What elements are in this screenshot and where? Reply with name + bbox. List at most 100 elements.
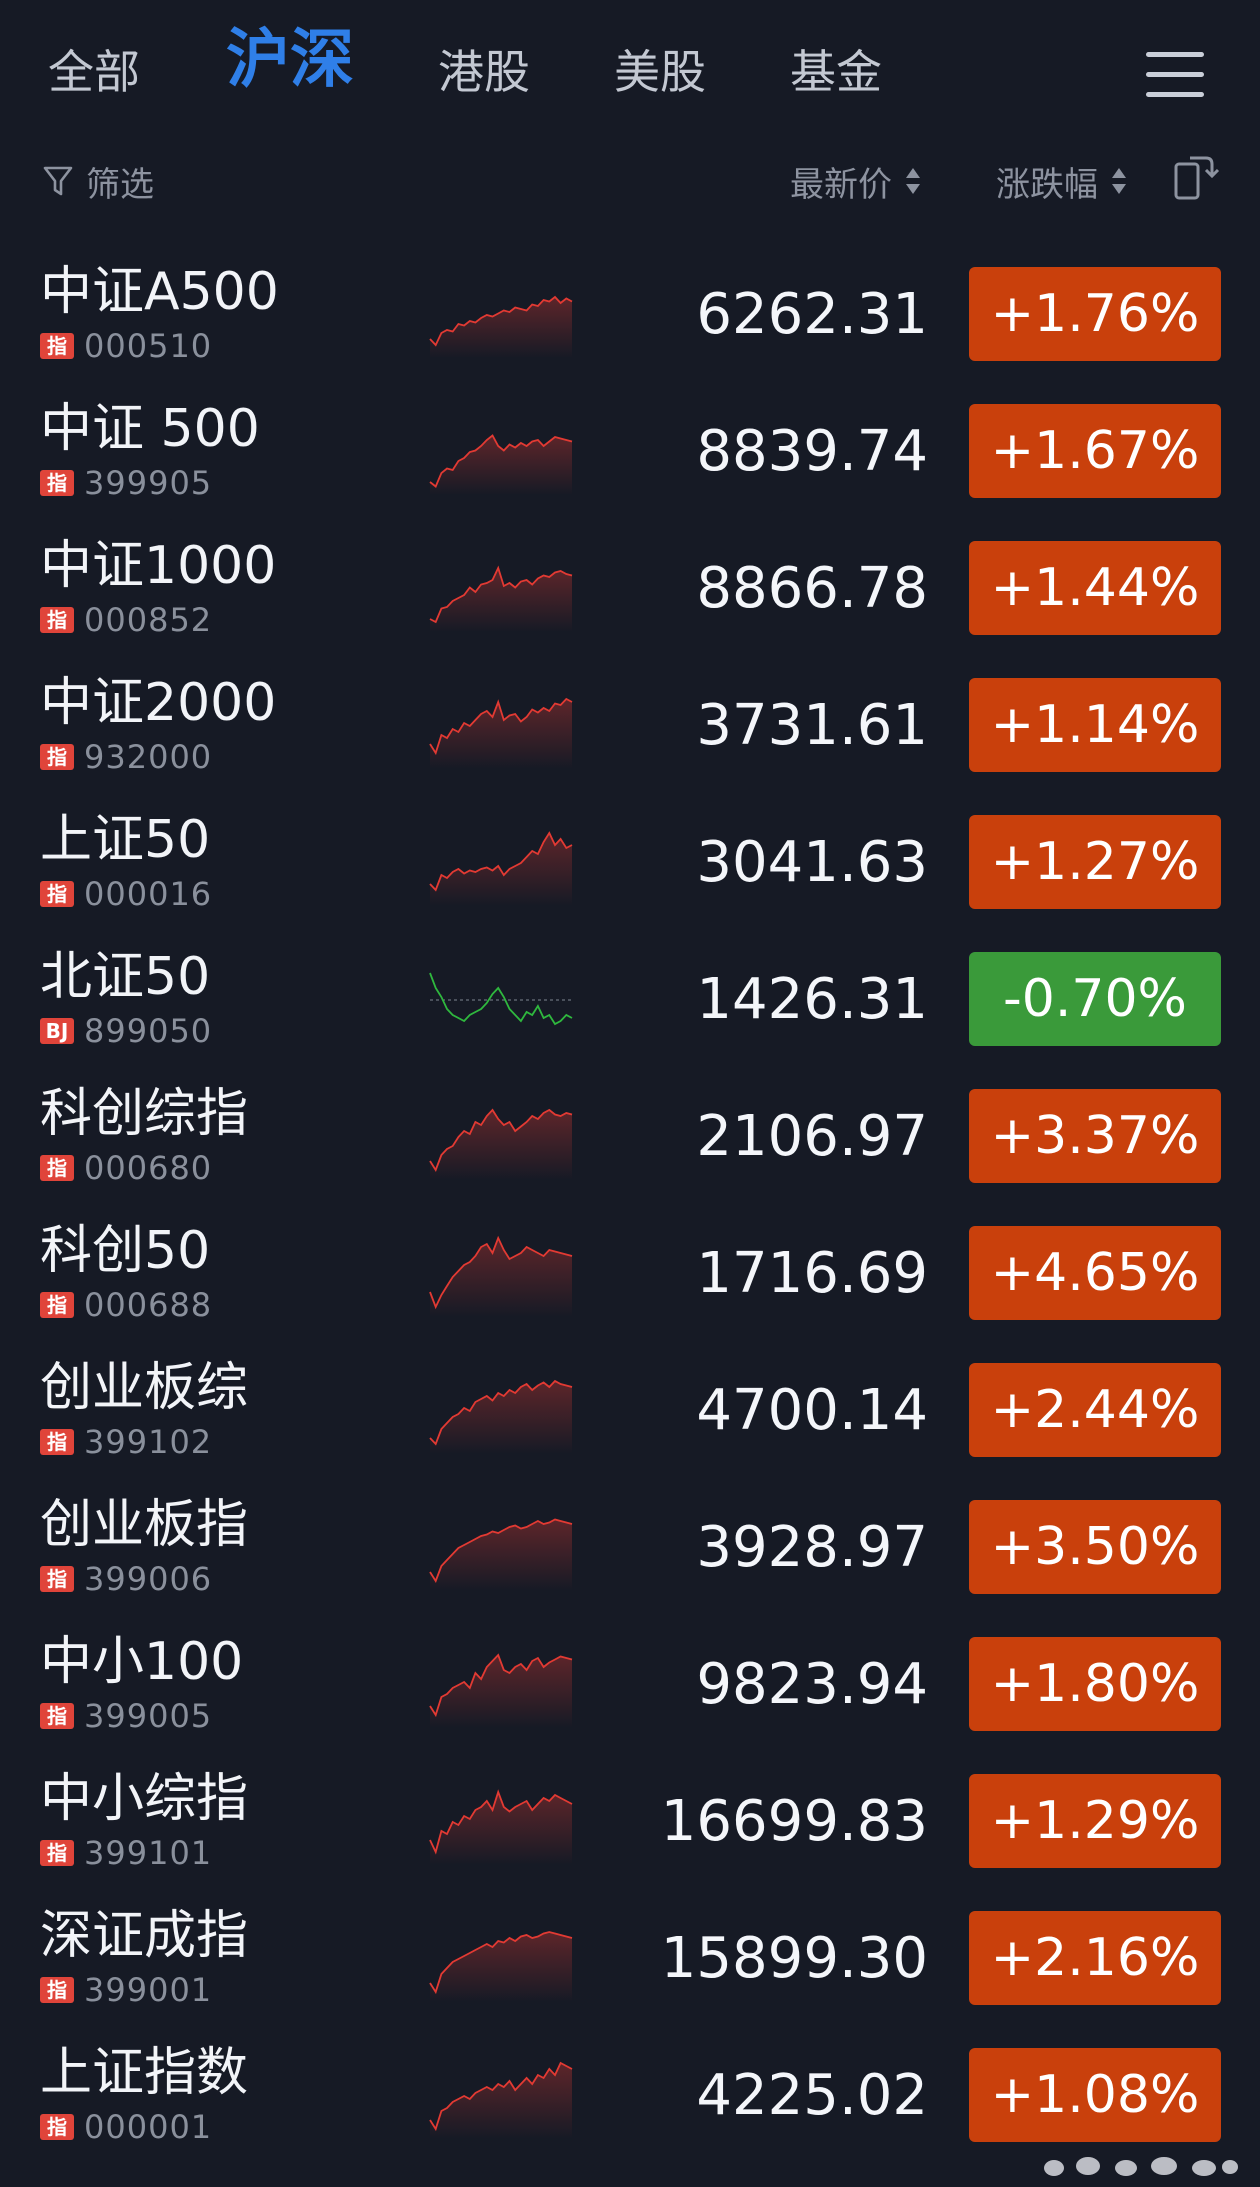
index-meta: 指 399001 — [40, 1971, 212, 2009]
change-percent-badge[interactable]: +2.16% — [969, 1911, 1221, 2005]
change-percent-badge[interactable]: +1.27% — [969, 815, 1221, 909]
market-tab-bar: 全部 沪深 港股 美股 基金 — [0, 0, 1260, 140]
index-meta: 指 399006 — [40, 1560, 213, 1598]
index-row[interactable]: 科创50 指 000688 1716.69 +4.65% — [0, 1211, 1260, 1348]
hamburger-menu-icon[interactable] — [1146, 50, 1204, 100]
sparkline-area — [430, 1792, 572, 1865]
index-row[interactable]: 中证1000 指 000852 8866.78 +1.44% — [0, 526, 1260, 663]
index-code: 932000 — [84, 738, 213, 776]
index-row[interactable]: 中证 500 指 399905 8839.74 +1.67% — [0, 389, 1260, 526]
watermark — [1044, 2157, 1238, 2176]
index-code: 000510 — [84, 327, 213, 365]
index-row[interactable]: 北证50 BJ 899050 1426.31 -0.70% — [0, 937, 1260, 1074]
index-row[interactable]: 中证A500 指 000510 6262.31 +1.76% — [0, 252, 1260, 389]
intraday-sparkline — [429, 972, 573, 1026]
index-meta: 指 399101 — [40, 1834, 212, 1872]
index-row[interactable]: 中证2000 指 932000 3731.61 +1.14% — [0, 663, 1260, 800]
funnel-icon — [43, 166, 73, 196]
index-code: 899050 — [84, 1012, 213, 1050]
market-tag-badge: 指 — [40, 881, 74, 907]
index-meta: 指 000680 — [40, 1149, 212, 1187]
latest-price: 1426.31 — [696, 967, 928, 1032]
index-meta: 指 000016 — [40, 875, 213, 913]
index-name: 上证指数 — [40, 2043, 249, 2103]
market-tag-badge: 指 — [40, 1429, 74, 1455]
index-code: 399102 — [84, 1423, 213, 1461]
index-row[interactable]: 中小综指指 399101 16699.83 +1.29% — [0, 1759, 1260, 1896]
change-percent-badge[interactable]: +1.29% — [969, 1774, 1221, 1868]
intraday-sparkline — [429, 831, 573, 906]
latest-price: 1716.69 — [696, 1241, 928, 1306]
sparkline-area — [430, 435, 572, 495]
change-percent-badge[interactable]: +4.65% — [969, 1226, 1221, 1320]
sparkline-line — [429, 972, 573, 1026]
change-percent-badge[interactable]: +1.80% — [969, 1637, 1221, 1731]
change-percent-badge[interactable]: +3.37% — [969, 1089, 1221, 1183]
market-tag-badge: 指 — [40, 744, 74, 770]
tab-hushen[interactable]: 沪深 — [226, 28, 354, 92]
change-percent-badge[interactable]: -0.70% — [969, 952, 1221, 1046]
index-name: 中证 500 — [40, 399, 260, 459]
intraday-sparkline — [429, 2061, 573, 2139]
intraday-sparkline — [429, 565, 573, 632]
index-row[interactable]: 深证成指指 399001 15899.30 +2.16% — [0, 1896, 1260, 2033]
index-row[interactable]: 上证指数指 000001 4225.02 +1.08% — [0, 2033, 1260, 2170]
index-row[interactable]: 中小100 指 399005 9823.94 +1.80% — [0, 1622, 1260, 1759]
index-meta: 指 932000 — [40, 738, 213, 776]
intraday-sparkline — [429, 1108, 573, 1180]
index-name: 北证50 — [40, 947, 211, 1007]
intraday-sparkline — [429, 697, 573, 769]
sort-by-change-button[interactable]: 涨跌幅 — [996, 158, 1128, 205]
index-row[interactable]: 创业板综指 399102 4700.14 +2.44% — [0, 1348, 1260, 1485]
change-percent-badge[interactable]: +1.44% — [969, 541, 1221, 635]
market-tag-badge: 指 — [40, 1292, 74, 1318]
latest-price: 3731.61 — [696, 693, 928, 758]
index-row[interactable]: 科创综指指 000680 2106.97 +3.37% — [0, 1074, 1260, 1211]
change-percent-badge[interactable]: +1.14% — [969, 678, 1221, 772]
sort-arrows-icon — [906, 168, 920, 194]
market-tag-badge: 指 — [40, 607, 74, 633]
market-tag-badge: 指 — [40, 333, 74, 359]
index-code: 000016 — [84, 875, 213, 913]
index-code: 000001 — [84, 2108, 213, 2146]
index-name: 深证成指 — [40, 1906, 249, 1966]
index-list: 中证A500 指 000510 6262.31 +1.76% 中证 500 指 399905 8… — [0, 252, 1260, 2170]
tab-all[interactable]: 全部 — [48, 42, 140, 102]
index-meta: 指 000001 — [40, 2108, 213, 2146]
market-tag-badge: 指 — [40, 1566, 74, 1592]
sort-by-price-button[interactable]: 最新价 — [790, 158, 922, 205]
tab-funds[interactable]: 基金 — [790, 42, 882, 102]
tab-us-stocks[interactable]: 美股 — [614, 42, 706, 102]
tab-hk-stocks[interactable]: 港股 — [438, 42, 530, 102]
index-code: 399905 — [84, 464, 213, 502]
index-row[interactable]: 上证50 指 000016 3041.63 +1.27% — [0, 800, 1260, 937]
index-meta: 指 399905 — [40, 464, 213, 502]
change-percent-badge[interactable]: +3.50% — [969, 1500, 1221, 1594]
layout-switch-icon[interactable] — [1172, 152, 1220, 204]
market-tag-badge: BJ — [40, 1018, 74, 1044]
sparkline-area — [430, 1110, 572, 1180]
change-percent-badge[interactable]: +1.08% — [969, 2048, 1221, 2142]
change-percent-badge[interactable]: +1.76% — [969, 267, 1221, 361]
market-tag-badge: 指 — [40, 1977, 74, 2003]
index-meta: 指 399005 — [40, 1697, 212, 1735]
filter-button[interactable]: 筛选 — [42, 158, 154, 205]
index-name: 中证2000 — [40, 673, 277, 733]
index-code: 000688 — [84, 1286, 213, 1324]
latest-price: 3041.63 — [696, 830, 928, 895]
filter-label: 筛选 — [86, 164, 154, 205]
sort-arrows-icon — [1112, 168, 1126, 194]
index-row[interactable]: 创业板指指 399006 3928.97 +3.50% — [0, 1485, 1260, 1622]
index-name: 中证1000 — [40, 536, 277, 596]
market-tag-badge: 指 — [40, 470, 74, 496]
change-percent-badge[interactable]: +2.44% — [969, 1363, 1221, 1457]
latest-price: 4700.14 — [696, 1378, 928, 1443]
sparkline-area — [430, 297, 572, 358]
intraday-sparkline — [429, 1379, 573, 1454]
latest-price: 6262.31 — [696, 282, 928, 347]
change-percent-badge[interactable]: +1.67% — [969, 404, 1221, 498]
market-tag-badge: 指 — [40, 2114, 74, 2140]
latest-price: 3928.97 — [696, 1515, 928, 1580]
index-meta: 指 000852 — [40, 601, 212, 639]
index-code: 399006 — [84, 1560, 213, 1598]
